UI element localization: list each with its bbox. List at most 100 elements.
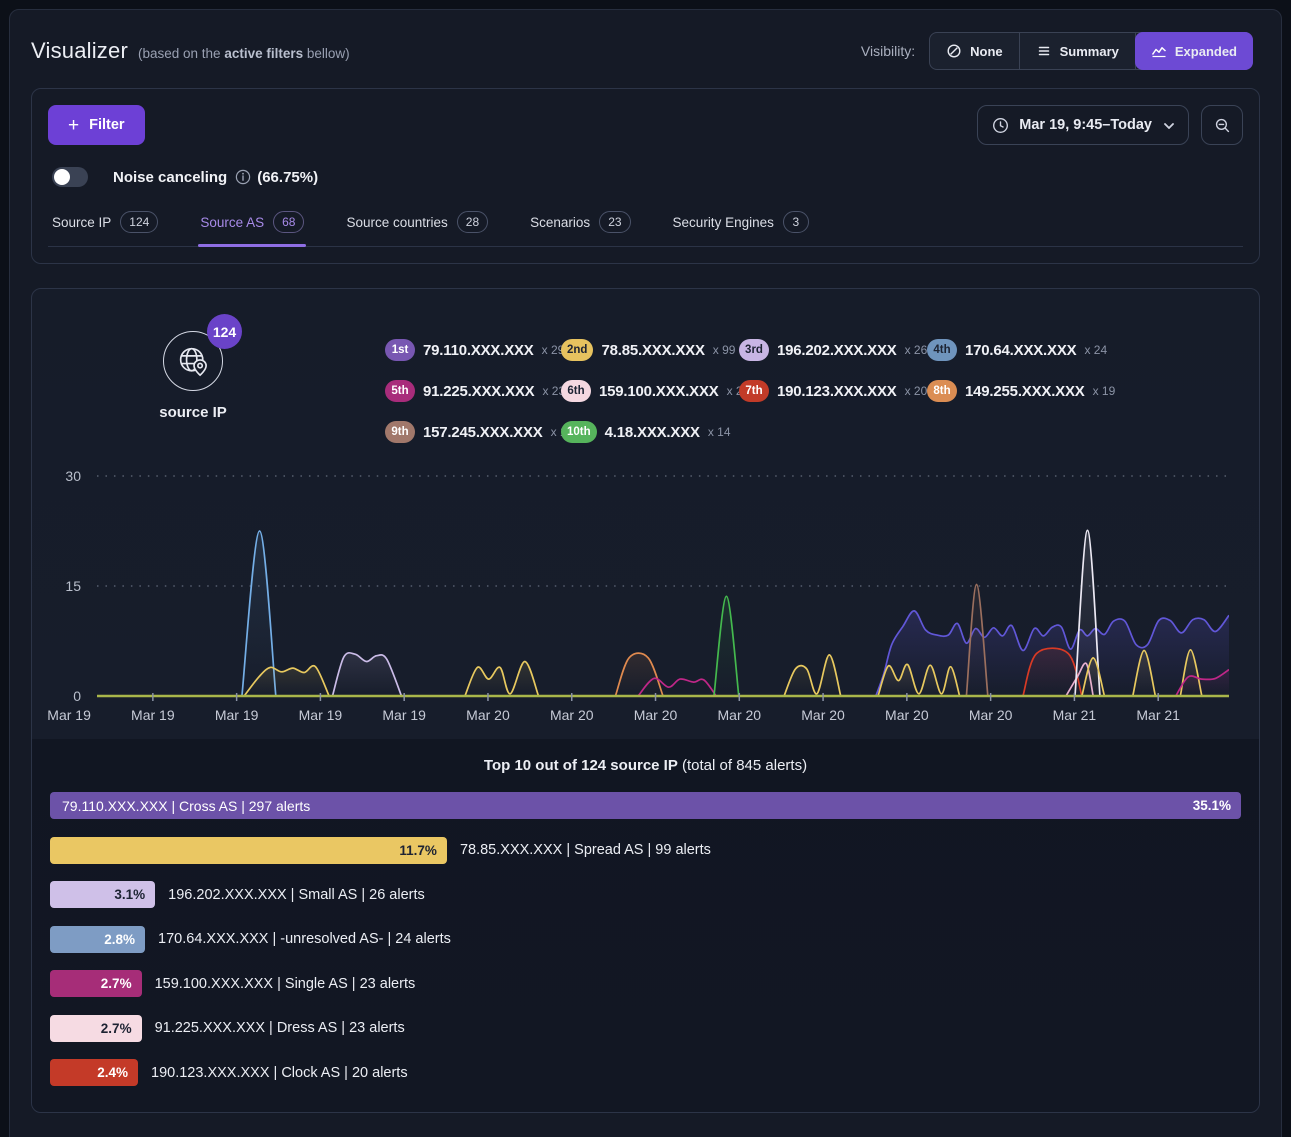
x-tick-label: Mar 21 bbox=[1053, 707, 1097, 723]
legend-ip: 157.245.XXX.XXX bbox=[423, 424, 543, 441]
visibility-option-label: None bbox=[970, 44, 1003, 59]
tab-source-countries[interactable]: Source countries28 bbox=[344, 203, 490, 246]
chevron-down-icon bbox=[1164, 117, 1174, 133]
legend-ip: 170.64.XXX.XXX bbox=[965, 342, 1076, 359]
legend-ip: 4.18.XXX.XXX bbox=[605, 424, 700, 441]
bar-percent: 3.1% bbox=[114, 887, 145, 902]
header: Visualizer (based on the active filters … bbox=[10, 10, 1281, 88]
x-tick-label: Mar 20 bbox=[885, 707, 929, 723]
visibility-option-none[interactable]: None bbox=[930, 33, 1020, 69]
magnifier-icon bbox=[1214, 117, 1231, 134]
legend-count: x 19 bbox=[1093, 384, 1116, 398]
tab-source-ip[interactable]: Source IP124 bbox=[50, 203, 160, 246]
chart-row: 01530 bbox=[32, 469, 1259, 701]
visibility-option-summary[interactable]: Summary bbox=[1020, 33, 1136, 69]
legend-count: x 14 bbox=[708, 425, 731, 439]
legend-item-6th[interactable]: 6th159.100.XXX.XXXx 23 bbox=[561, 380, 739, 402]
top10-bar: 11.7% bbox=[50, 837, 447, 864]
add-filter-button[interactable]: + Filter bbox=[48, 105, 145, 145]
chart-panel: 124 source IP 1st79.110.XXX.XXXx 2972nd7… bbox=[31, 288, 1260, 1113]
chart-canvas bbox=[97, 469, 1229, 701]
top10-bar-row: 3.1%196.202.XXX.XXX | Small AS | 26 aler… bbox=[50, 881, 1241, 908]
noise-canceling-value: (66.75%) bbox=[257, 169, 318, 186]
entity-block: 124 source IP bbox=[98, 317, 288, 443]
rank-badge: 8th bbox=[927, 380, 957, 402]
expanded-icon bbox=[1151, 43, 1167, 59]
legend-item-7th[interactable]: 7th190.123.XXX.XXXx 20 bbox=[739, 380, 927, 402]
legend-item-9th[interactable]: 9th157.245.XXX.XXXx 16 bbox=[385, 421, 561, 443]
info-icon[interactable] bbox=[235, 169, 251, 185]
top10-bar-row: 2.7%91.225.XXX.XXX | Dress AS | 23 alert… bbox=[50, 1015, 1241, 1042]
rank-badge: 9th bbox=[385, 421, 415, 443]
top10-section: Top 10 out of 124 source IP (total of 84… bbox=[32, 739, 1259, 1112]
bar-label: 170.64.XXX.XXX | -unresolved AS- | 24 al… bbox=[158, 931, 451, 947]
y-tick-label: 15 bbox=[65, 577, 81, 595]
entity-icon-wrap: 124 bbox=[163, 331, 223, 391]
x-tick-label: Mar 20 bbox=[466, 707, 510, 723]
legend-count: x 24 bbox=[1084, 343, 1107, 357]
y-tick-label: 30 bbox=[65, 467, 81, 485]
x-tick-label: Mar 19 bbox=[382, 707, 426, 723]
legend-item-4th[interactable]: 4th170.64.XXX.XXXx 24 bbox=[927, 339, 1115, 361]
legend-count: x 20 bbox=[905, 384, 928, 398]
tab-label: Source AS bbox=[200, 215, 264, 230]
rank-badge: 3rd bbox=[739, 339, 769, 361]
visibility-control: Visibility: None SummaryExpanded bbox=[861, 32, 1253, 70]
rank-badge: 6th bbox=[561, 380, 591, 402]
x-tick-label: Mar 19 bbox=[215, 707, 259, 723]
top10-bar-row: 2.7% 159.100.XXX.XXX | Single AS | 23 ale… bbox=[50, 970, 1241, 997]
y-tick-label: 0 bbox=[73, 687, 81, 705]
top10-bar-row: 79.110.XXX.XXX | Cross AS | 297 alerts35… bbox=[50, 792, 1241, 819]
noise-canceling-row: Noise canceling (66.75%) bbox=[52, 167, 1243, 187]
legend-item-10th[interactable]: 10th4.18.XXX.XXXx 14 bbox=[561, 421, 739, 443]
top10-bar-row: 2.4%190.123.XXX.XXX | Clock AS | 20 aler… bbox=[50, 1059, 1241, 1086]
x-tick-label: Mar 20 bbox=[801, 707, 845, 723]
legend-count: x 99 bbox=[713, 343, 736, 357]
legend-item-8th[interactable]: 8th 149.255.XXX.XXX x 19 bbox=[927, 380, 1115, 402]
legend-item-3rd[interactable]: 3rd196.202.XXX.XXXx 26 bbox=[739, 339, 927, 361]
plus-icon: + bbox=[68, 116, 79, 135]
legend-item-5th[interactable]: 5th91.225.XXX.XXXx 23 bbox=[385, 380, 561, 402]
tab-count-badge: 23 bbox=[599, 211, 630, 233]
legend-item-1st[interactable]: 1st79.110.XXX.XXXx 297 bbox=[385, 339, 561, 361]
legend-ip: 91.225.XXX.XXX bbox=[423, 383, 534, 400]
legend-ip: 159.100.XXX.XXX bbox=[599, 383, 719, 400]
date-range-button[interactable]: Mar 19, 9:45–Today bbox=[977, 105, 1189, 145]
page-subtitle: (based on the active filters bellow) bbox=[138, 46, 350, 61]
zoom-search-button[interactable] bbox=[1201, 105, 1243, 145]
bar-percent: 2.7% bbox=[101, 976, 132, 991]
summary-icon bbox=[1036, 43, 1052, 59]
filter-toolbar: + Filter Mar 19, 9:45–Today bbox=[48, 105, 1243, 145]
tab-count-badge: 124 bbox=[120, 211, 158, 233]
visibility-label: Visibility: bbox=[861, 43, 915, 59]
legend-count: x 26 bbox=[905, 343, 928, 357]
x-tick-label: Mar 19 bbox=[131, 707, 175, 723]
top10-title: Top 10 out of 124 source IP (total of 84… bbox=[50, 757, 1241, 774]
top10-bar: 2.8% bbox=[50, 926, 145, 953]
bar-label: 91.225.XXX.XXX | Dress AS | 23 alerts bbox=[155, 1020, 405, 1036]
visibility-group: None SummaryExpanded bbox=[929, 32, 1253, 70]
bar-percent: 35.1% bbox=[1193, 798, 1231, 813]
x-tick-label: Mar 20 bbox=[634, 707, 678, 723]
noise-canceling-toggle[interactable] bbox=[52, 167, 88, 187]
x-axis-labels: Mar 19Mar 19Mar 19Mar 19Mar 19Mar 20Mar … bbox=[97, 701, 1229, 731]
top10-bar: 3.1% bbox=[50, 881, 155, 908]
legend-ip: 149.255.XXX.XXX bbox=[965, 383, 1085, 400]
bar-percent: 11.7% bbox=[399, 843, 437, 858]
top10-bars: 79.110.XXX.XXX | Cross AS | 297 alerts35… bbox=[50, 792, 1241, 1086]
tab-count-badge: 68 bbox=[273, 211, 304, 233]
bar-percent: 2.8% bbox=[104, 932, 135, 947]
entity-count-badge: 124 bbox=[207, 314, 242, 349]
title-wrap: Visualizer (based on the active filters … bbox=[31, 38, 350, 64]
toggle-knob bbox=[54, 169, 70, 185]
tab-scenarios[interactable]: Scenarios23 bbox=[528, 203, 632, 246]
rank-badge: 5th bbox=[385, 380, 415, 402]
bar-label: 159.100.XXX.XXX | Single AS | 23 alerts bbox=[155, 976, 416, 992]
legend-item-2nd[interactable]: 2nd78.85.XXX.XXXx 99 bbox=[561, 339, 739, 361]
tab-source-as[interactable]: Source AS 68 bbox=[198, 203, 306, 246]
top10-bar: 2.4% bbox=[50, 1059, 138, 1086]
tab-security-engines[interactable]: Security Engines3 bbox=[671, 203, 811, 246]
x-tick-label: Mar 21 bbox=[1136, 707, 1180, 723]
visibility-option-expanded[interactable]: Expanded bbox=[1135, 32, 1253, 70]
top10-bar: 79.110.XXX.XXX | Cross AS | 297 alerts35… bbox=[50, 792, 1241, 819]
